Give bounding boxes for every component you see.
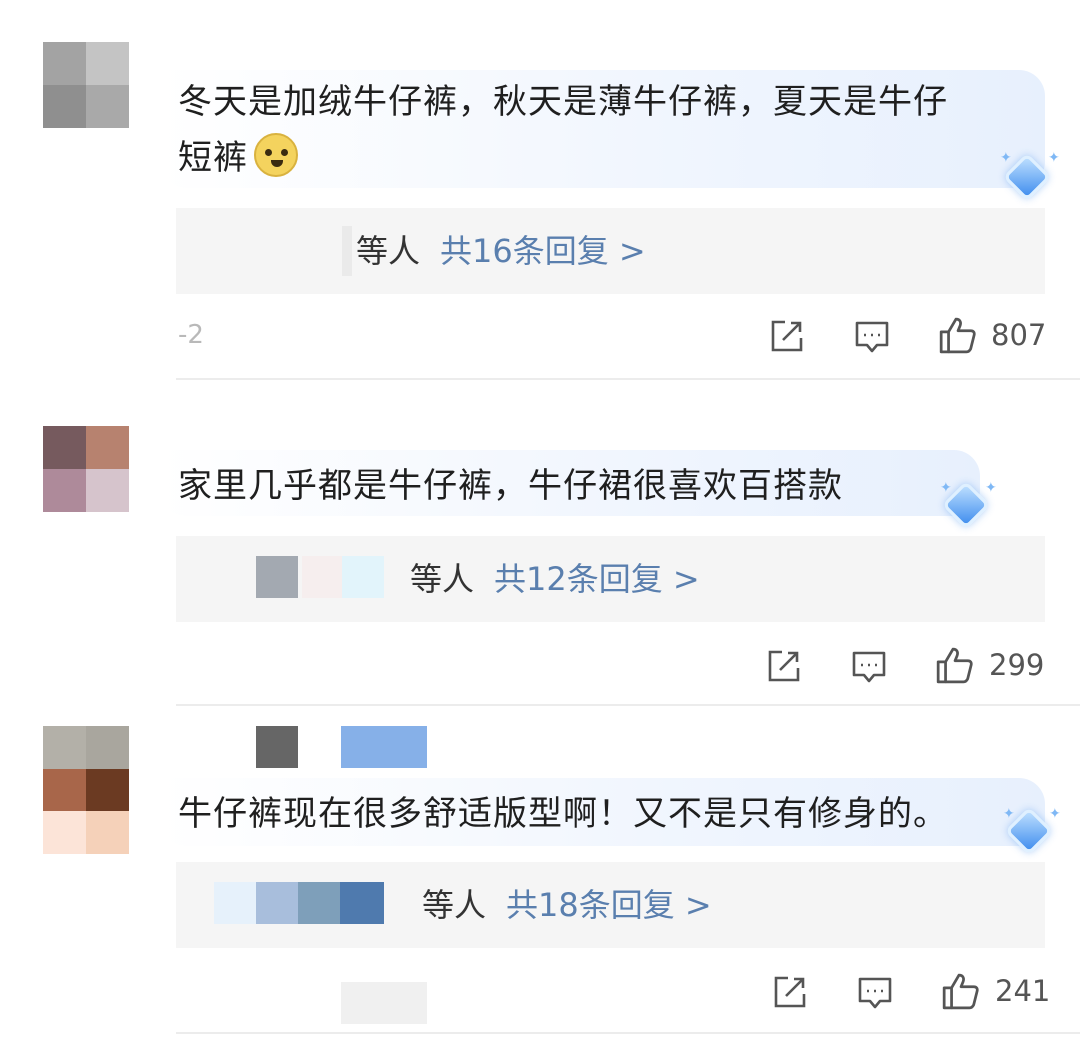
sparkle-icon: ✦ bbox=[1048, 150, 1060, 166]
sparkle-icon: ✦ bbox=[1049, 806, 1061, 822]
comment-actions: -2 807 bbox=[0, 312, 1080, 362]
like-count: 241 bbox=[995, 974, 1051, 1008]
share-icon[interactable] bbox=[766, 648, 802, 684]
reply-preview[interactable]: 等人 共12条回复 > bbox=[176, 536, 1045, 622]
blurred-text bbox=[341, 982, 427, 1024]
sparkle-icon: ✦ bbox=[985, 480, 997, 496]
like-count: 807 bbox=[991, 318, 1047, 352]
like-count: 299 bbox=[989, 648, 1045, 682]
blurred-avatar bbox=[340, 882, 384, 924]
divider bbox=[176, 1032, 1080, 1034]
reply-count-link[interactable]: 共18条回复 > bbox=[506, 886, 712, 924]
share-icon[interactable] bbox=[769, 318, 805, 354]
sparkle-icon: ✦ bbox=[1000, 150, 1012, 166]
thumbs-up-icon[interactable] bbox=[938, 316, 976, 354]
comment-icon[interactable] bbox=[854, 318, 890, 354]
comment-icon[interactable] bbox=[851, 648, 887, 684]
blurred-avatar bbox=[298, 882, 340, 924]
comment-icon[interactable] bbox=[857, 974, 893, 1010]
blurred-avatar bbox=[256, 882, 298, 924]
avatar[interactable] bbox=[43, 426, 129, 512]
avatar[interactable] bbox=[43, 42, 129, 128]
avatar[interactable] bbox=[43, 726, 129, 854]
comment-text: 家里几乎都是牛仔裤，牛仔裙很喜欢百搭款 bbox=[178, 466, 843, 506]
blurred-avatar bbox=[214, 882, 256, 924]
reply-summary[interactable]: 等人 共12条回复 > bbox=[410, 536, 700, 622]
comment-item: 冬天是加绒牛仔裤，秋天是薄牛仔裤，夏天是牛仔 短裤 ✦ ✦ 等人 共16条回复 >… bbox=[0, 0, 1080, 380]
reply-summary[interactable]: 等人 共16条回复 > bbox=[356, 208, 646, 294]
comment-actions: 241 bbox=[0, 968, 1080, 1024]
sparkle-icon: ✦ bbox=[1003, 806, 1015, 822]
comment-text: 冬天是加绒牛仔裤，秋天是薄牛仔裤，夏天是牛仔 短裤 bbox=[178, 82, 948, 178]
blurred-avatar bbox=[256, 556, 298, 598]
blurred-username bbox=[256, 726, 298, 768]
reply-count-link[interactable]: 共12条回复 > bbox=[494, 560, 700, 598]
blurred-avatar bbox=[302, 556, 342, 598]
comment-item: 牛仔裤现在很多舒适版型啊！又不是只有修身的。 ✦ ✦ 等人 共18条回复 > 24… bbox=[0, 706, 1080, 1041]
blurred-username bbox=[341, 726, 427, 768]
reply-summary[interactable]: 等人 共18条回复 > bbox=[422, 862, 712, 948]
blurred-username bbox=[342, 226, 352, 276]
comment-actions: 299 bbox=[0, 642, 1080, 692]
reply-preview[interactable]: 等人 共18条回复 > bbox=[176, 862, 1045, 948]
blurred-avatar bbox=[342, 556, 384, 598]
sparkle-icon: ✦ bbox=[940, 480, 952, 496]
comment-text: 牛仔裤现在很多舒适版型啊！又不是只有修身的。 bbox=[178, 794, 948, 834]
comment-date: -2 bbox=[178, 320, 204, 350]
share-icon[interactable] bbox=[772, 974, 808, 1010]
doge-emoji-icon bbox=[254, 133, 298, 177]
thumbs-up-icon[interactable] bbox=[935, 646, 973, 684]
reply-preview[interactable]: 等人 共16条回复 > bbox=[176, 208, 1045, 294]
comment-item: 家里几乎都是牛仔裤，牛仔裙很喜欢百搭款 ✦ ✦ 等人 共12条回复 > 299 bbox=[0, 380, 1080, 706]
reply-count-link[interactable]: 共16条回复 > bbox=[440, 232, 646, 270]
thumbs-up-icon[interactable] bbox=[941, 972, 979, 1010]
